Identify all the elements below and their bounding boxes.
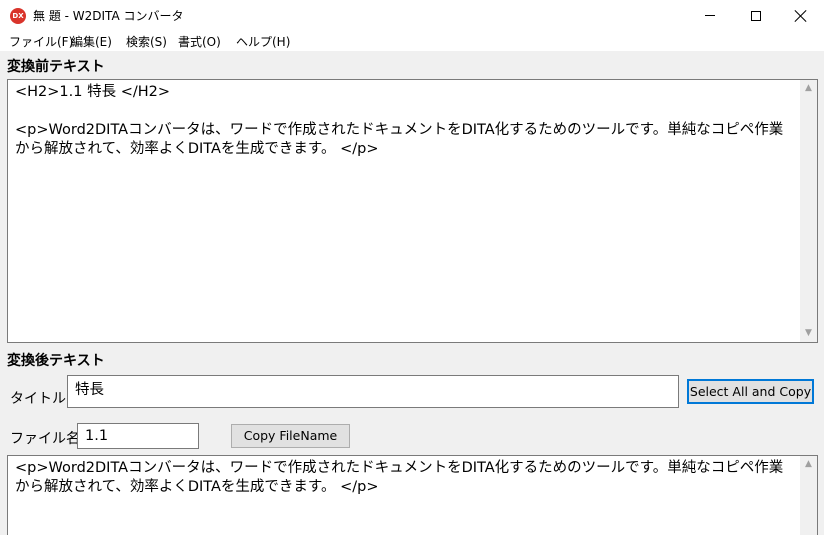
- title-input[interactable]: 特長: [67, 375, 679, 408]
- title-field-label: タイトル: [10, 391, 66, 407]
- menu-format[interactable]: 書式(O): [178, 33, 221, 50]
- menu-bar: ファイル(F) 編集(E) 検索(S) 書式(O) ヘルプ(H): [0, 31, 824, 51]
- scroll-up-icon[interactable]: ▲: [800, 80, 817, 97]
- filename-field-label: ファイル名: [10, 431, 80, 447]
- minimize-icon: [705, 15, 715, 16]
- menu-search[interactable]: 検索(S): [126, 33, 167, 50]
- before-text-area[interactable]: <H2>1.1 特長 </H2> <p>Word2DITAコンバータは、ワードで…: [7, 79, 818, 343]
- window-title: 無 題 - W2DITA コンバータ: [33, 9, 184, 23]
- scroll-down-icon[interactable]: ▼: [800, 325, 817, 342]
- menu-edit[interactable]: 編集(E): [71, 33, 112, 50]
- title-bar: DX 無 題 - W2DITA コンバータ: [0, 0, 824, 31]
- menu-help[interactable]: ヘルプ(H): [236, 33, 290, 50]
- after-text-content: <p>Word2DITAコンバータは、ワードで作成されたドキュメントをDITA化…: [15, 460, 784, 495]
- filename-input[interactable]: 1.1: [77, 423, 199, 449]
- close-button[interactable]: [778, 0, 824, 31]
- before-text-label: 変換前テキスト: [7, 59, 105, 75]
- after-scrollbar[interactable]: ▲: [800, 456, 817, 535]
- maximize-icon: [751, 10, 761, 21]
- app-icon: DX: [10, 8, 26, 24]
- maximize-button[interactable]: [733, 0, 779, 31]
- after-text-label: 変換後テキスト: [7, 353, 105, 369]
- before-text-content: <H2>1.1 特長 </H2> <p>Word2DITAコンバータは、ワードで…: [15, 84, 784, 157]
- menu-file[interactable]: ファイル(F): [9, 33, 73, 50]
- before-scrollbar[interactable]: ▲ ▼: [800, 80, 817, 342]
- scroll-up-icon[interactable]: ▲: [800, 456, 817, 473]
- after-text-area[interactable]: <p>Word2DITAコンバータは、ワードで作成されたドキュメントをDITA化…: [7, 455, 818, 535]
- minimize-button[interactable]: [687, 0, 733, 31]
- copy-filename-button[interactable]: Copy FileName: [231, 424, 350, 448]
- close-icon: [795, 10, 807, 22]
- select-all-copy-button[interactable]: Select All and Copy: [687, 379, 814, 404]
